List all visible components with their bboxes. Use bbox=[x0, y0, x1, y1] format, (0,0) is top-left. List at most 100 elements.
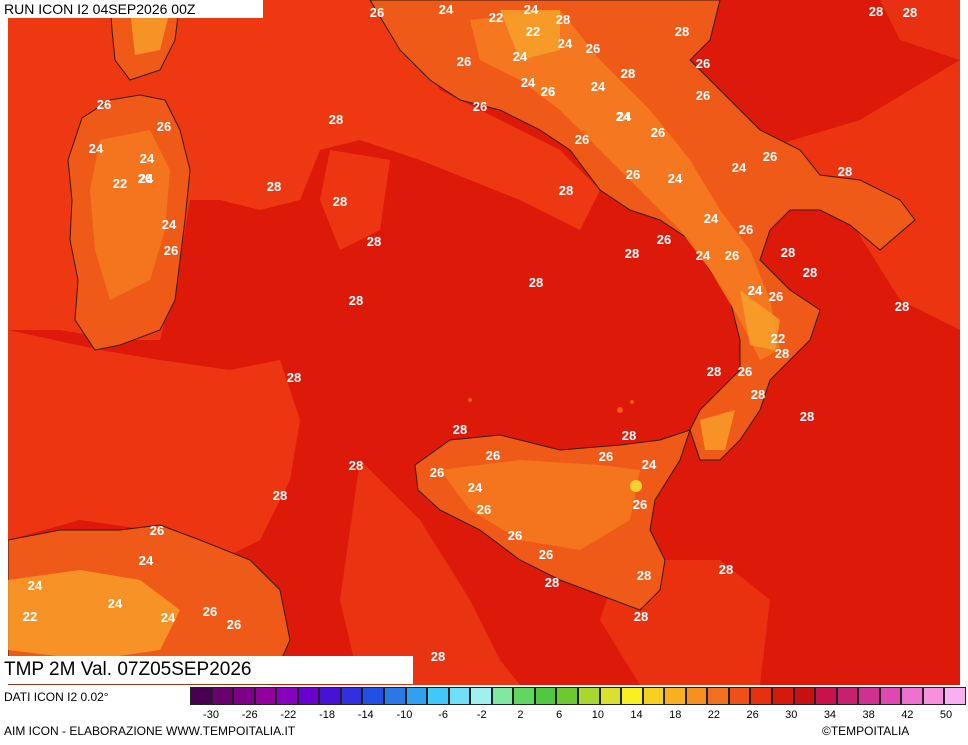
temperature-value-label: 22 bbox=[489, 10, 503, 25]
temperature-value-label: 28 bbox=[267, 179, 281, 194]
legend-tick-label: 34 bbox=[823, 709, 837, 721]
temperature-value-label: 24 bbox=[558, 36, 573, 51]
temperature-value-label: 28 bbox=[869, 4, 883, 19]
temperature-value-label: 24 bbox=[617, 109, 632, 124]
temperature-value-label: 28 bbox=[719, 562, 733, 577]
legend-swatch bbox=[362, 687, 384, 705]
temperature-value-label: 28 bbox=[349, 293, 363, 308]
temperature-value-label: 28 bbox=[775, 346, 789, 361]
temperature-value-label: 24 bbox=[89, 141, 104, 156]
legend-swatch bbox=[944, 687, 966, 705]
temperature-value-label: 24 bbox=[748, 283, 763, 298]
temperature-value-label: 28 bbox=[273, 488, 287, 503]
aeolian-island bbox=[630, 400, 634, 404]
legend-swatch bbox=[513, 687, 535, 705]
temperature-value-label: 28 bbox=[529, 275, 543, 290]
temperature-value-label: 26 bbox=[473, 99, 487, 114]
legend-tick-label: -6 bbox=[438, 709, 448, 721]
legend-tick-label: 14 bbox=[630, 709, 643, 721]
legend-swatch bbox=[750, 687, 772, 705]
temperature-value-label: 24 bbox=[521, 75, 536, 90]
legend-tick-label: -26 bbox=[241, 709, 258, 721]
temperature-value-label: 24 bbox=[162, 217, 177, 232]
legend-tick-label: 50 bbox=[939, 709, 953, 721]
legend-tick-label: 30 bbox=[785, 709, 798, 721]
temperature-value-label: 28 bbox=[781, 245, 795, 260]
brand-label: ©TEMPOITALIA bbox=[822, 724, 910, 738]
temperature-map: 28 28 26 24 22 24 28 22 24 26 28 26 24 24 26 26 28 24 26 26… bbox=[8, 0, 960, 685]
legend-tick-label: 18 bbox=[669, 709, 682, 721]
legend-tick-label: -30 bbox=[203, 709, 219, 721]
temperature-value-label: 24 bbox=[696, 248, 711, 263]
temperature-value-label: 28 bbox=[637, 568, 651, 583]
legend-swatch bbox=[556, 687, 578, 705]
temperature-color-legend: -30 -26 -22 -18 -14 -10 -6 -2 2 6 10 14 18 22 26 30 34 38… bbox=[190, 687, 966, 721]
temperature-value-label: 26 bbox=[763, 149, 777, 164]
temperature-value-label: 26 bbox=[164, 243, 178, 258]
temperature-value-label: 28 bbox=[675, 24, 689, 39]
legend-tick-label: 26 bbox=[746, 709, 759, 721]
temperature-value-label: 26 bbox=[738, 364, 752, 379]
legend-swatch bbox=[233, 687, 255, 705]
temperature-value-label: 22 bbox=[23, 609, 37, 624]
legend-swatch bbox=[922, 687, 945, 705]
legend-swatch bbox=[815, 687, 837, 705]
temperature-value-label: 24 bbox=[642, 457, 657, 472]
legend-swatch bbox=[858, 687, 880, 705]
temperature-value-label: 26 bbox=[430, 465, 444, 480]
credit-label: AIM ICON - ELABORAZIONE WWW.TEMPOITALIA.… bbox=[4, 724, 296, 738]
legend-swatch bbox=[685, 687, 708, 705]
temperature-value-label: 24 bbox=[668, 171, 683, 186]
temperature-value-label: 26 bbox=[651, 125, 665, 140]
temperature-value-label: 26 bbox=[739, 222, 753, 237]
temperature-value-label: 28 bbox=[349, 458, 363, 473]
legend-swatch bbox=[901, 687, 923, 705]
temperature-value-label: 24 bbox=[704, 211, 719, 226]
temperature-value-label: 28 bbox=[803, 265, 817, 280]
legend-swatch bbox=[211, 687, 234, 705]
temperature-value-label: 24 bbox=[139, 171, 154, 186]
legend-swatch bbox=[190, 687, 212, 705]
temperature-value-label: 24 bbox=[139, 553, 154, 568]
validity-label: TMP 2M Val. 07Z05SEP2026 bbox=[0, 656, 413, 684]
temperature-value-label: 28 bbox=[287, 370, 301, 385]
legend-tick-label: -22 bbox=[280, 709, 297, 721]
temperature-value-label: 26 bbox=[769, 289, 783, 304]
temperature-value-label: 28 bbox=[634, 609, 648, 624]
temperature-value-label: 26 bbox=[725, 248, 739, 263]
temperature-value-label: 24 bbox=[732, 160, 747, 175]
legend-tick-label: -10 bbox=[396, 709, 413, 721]
temperature-value-label: 28 bbox=[621, 66, 635, 81]
legend-tick-label: -18 bbox=[319, 709, 335, 721]
temperature-value-label: 26 bbox=[150, 523, 164, 538]
temperature-value-label: 28 bbox=[556, 12, 570, 27]
temperature-value-label: 24 bbox=[591, 79, 606, 94]
legend-tick-label: 42 bbox=[901, 709, 914, 721]
temperature-value-label: 26 bbox=[599, 449, 613, 464]
temperature-value-label: 22 bbox=[771, 331, 785, 346]
legend-swatch bbox=[276, 687, 298, 705]
temperature-value-label: 24 bbox=[28, 578, 43, 593]
temperature-value-label: 28 bbox=[838, 164, 852, 179]
temperature-value-label: 28 bbox=[707, 364, 721, 379]
legend-swatch bbox=[707, 687, 729, 705]
legend-tick-label: 22 bbox=[707, 709, 721, 721]
temperature-value-label: 28 bbox=[545, 575, 559, 590]
temperature-value-label: 24 bbox=[161, 610, 176, 625]
temperature-value-label: 28 bbox=[329, 112, 343, 127]
legend-swatch bbox=[384, 687, 406, 705]
temperature-value-label: 28 bbox=[800, 409, 814, 424]
temperature-value-label: 26 bbox=[657, 232, 671, 247]
legend-swatch bbox=[491, 687, 514, 705]
legend-tick-label: -2 bbox=[476, 709, 487, 721]
legend-swatch bbox=[578, 687, 600, 705]
temperature-value-label: 28 bbox=[333, 194, 347, 209]
temperature-value-label: 26 bbox=[696, 56, 710, 71]
temperature-value-label: 28 bbox=[367, 234, 381, 249]
temperature-value-label: 26 bbox=[97, 97, 111, 112]
temperature-value-label: 26 bbox=[227, 617, 241, 632]
temperature-value-label: 26 bbox=[457, 54, 471, 69]
legend-swatch bbox=[599, 687, 622, 705]
temperature-value-label: 26 bbox=[575, 132, 589, 147]
temperature-value-label: 26 bbox=[586, 41, 600, 56]
